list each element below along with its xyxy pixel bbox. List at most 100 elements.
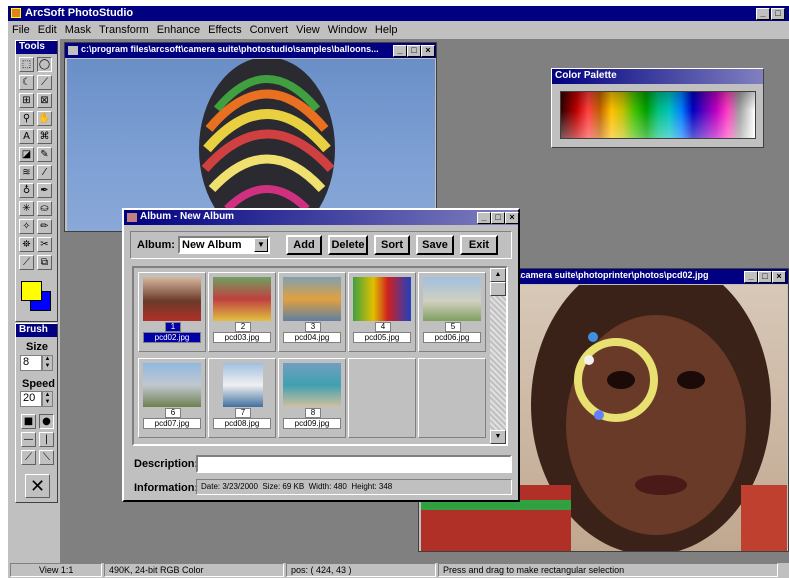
photo-window: c:\program files\arcsoft\camera suite\ph… (64, 42, 437, 232)
scroll-thumb[interactable] (490, 282, 506, 296)
zoom-icon[interactable]: ⚲ (19, 111, 34, 126)
photo-maximize-button[interactable]: □ (407, 45, 421, 57)
size-stepper[interactable]: ▲ ▼ (42, 355, 53, 371)
exit-button[interactable]: Exit (460, 235, 498, 255)
text-icon[interactable]: A (19, 129, 34, 144)
album-toolbar: Album: New Album ▼ Add Delete Sort Save … (130, 231, 512, 259)
eraser-icon[interactable]: ◪ (19, 147, 34, 162)
scroll-down-icon[interactable]: ▼ (490, 430, 506, 444)
brush-title: Brush (16, 324, 57, 337)
color-palette-window: Color Palette (551, 68, 764, 148)
menu-mask[interactable]: Mask (65, 24, 91, 36)
photo-title: c:\program files\arcsoft\camera suite\ph… (81, 44, 379, 54)
delete-button[interactable]: Delete (328, 235, 368, 255)
thumb-4[interactable]: 4 pcd05.jpg (348, 272, 416, 352)
line-icon[interactable]: ⟋ (19, 255, 34, 270)
menu-enhance[interactable]: Enhance (157, 24, 200, 36)
menu-edit[interactable]: Edit (38, 24, 57, 36)
menu-convert[interactable]: Convert (250, 24, 289, 36)
information-value: Date: 3/23/2000 Size: 69 KB Width: 480 H… (201, 482, 393, 491)
rect-select-icon[interactable]: ⬚ (19, 57, 34, 72)
menu-view[interactable]: View (296, 24, 320, 36)
fill-icon[interactable]: ♁ (19, 183, 34, 198)
clear-brush-icon[interactable]: ✕ (25, 474, 50, 498)
smudge-icon[interactable]: ≋ (19, 165, 34, 180)
crop-icon[interactable]: ⊞ (19, 93, 34, 108)
thumb-number: 8 (305, 408, 321, 418)
stamp-icon[interactable]: ⌘ (37, 129, 52, 144)
magic-lasso-icon[interactable]: ⟋ (37, 75, 52, 90)
album-close-button[interactable]: × (505, 212, 519, 224)
thumb-8[interactable]: 8 pcd09.jpg (278, 358, 346, 438)
diagonal-left-brush-icon[interactable]: ⟍ (39, 450, 54, 465)
sparkle-icon[interactable]: ✳ (19, 201, 34, 216)
square-brush-icon[interactable]: ■ (21, 414, 36, 429)
ellipse-select-icon[interactable]: ◯ (37, 57, 52, 72)
sort-button[interactable]: Sort (374, 235, 410, 255)
photo-icon (68, 46, 78, 55)
thumbnail-area: 1 pcd02.jpg 2 pcd03.jpg 3 pcd04.jpg 4 pc… (132, 266, 508, 446)
photo-close-button[interactable]: × (421, 45, 435, 57)
spray-icon[interactable]: ⛯ (19, 237, 34, 252)
vertical-brush-icon[interactable]: | (39, 432, 54, 447)
color-grid[interactable] (560, 91, 756, 139)
pen-icon[interactable]: ✒ (37, 183, 52, 198)
wand-icon[interactable]: ✧ (19, 219, 34, 234)
thumb-image (223, 363, 263, 407)
eyedropper-icon[interactable]: ✎ (37, 147, 52, 162)
lasso-icon[interactable]: ☾ (19, 75, 34, 90)
thumb-number: 5 (445, 322, 461, 332)
photo-minimize-button[interactable]: _ (393, 45, 407, 57)
foreground-color-swatch[interactable] (21, 281, 42, 301)
menu-effects[interactable]: Effects (208, 24, 241, 36)
diagonal-right-brush-icon[interactable]: ⟋ (21, 450, 36, 465)
photo-titlebar: c:\program files\arcsoft\camera suite\ph… (65, 43, 436, 58)
size-input[interactable]: 8 (20, 355, 42, 371)
move-icon[interactable]: ⊠ (37, 93, 52, 108)
information-label: Information: (134, 482, 199, 494)
thumb-6[interactable]: 6 pcd07.jpg (138, 358, 206, 438)
album-minimize-button[interactable]: _ (477, 212, 491, 224)
printer-close-button[interactable]: × (772, 271, 786, 283)
brush-panel: Brush Size 8 ▲ ▼ Speed 20 ▲ ▼ ■ ● — | ⟋ ⟍ … (15, 323, 58, 503)
speed-stepper[interactable]: ▲ ▼ (42, 391, 53, 407)
menu-file[interactable]: File (12, 24, 30, 36)
speed-input[interactable]: 20 (20, 391, 42, 407)
app-title: ArcSoft PhotoStudio (25, 7, 134, 19)
thumb-3[interactable]: 3 pcd04.jpg (278, 272, 346, 352)
thumb-7[interactable]: 7 pcd08.jpg (208, 358, 276, 438)
app-minimize-button[interactable]: _ (756, 8, 770, 20)
album-icon (127, 213, 137, 222)
bucket-icon[interactable]: ⛀ (37, 201, 52, 216)
printer-minimize-button[interactable]: _ (744, 271, 758, 283)
album-label: Album: (137, 239, 175, 251)
thumbnail-scrollbar[interactable]: ▲ ▼ (490, 268, 506, 444)
printer-maximize-button[interactable]: □ (758, 271, 772, 283)
shape-icon[interactable]: ⧉ (37, 255, 52, 270)
thumb-1[interactable]: 1 pcd02.jpg (138, 272, 206, 352)
round-brush-icon[interactable]: ● (39, 414, 54, 429)
thumb-number: 3 (305, 322, 321, 332)
description-input[interactable] (196, 455, 512, 473)
thumb-2[interactable]: 2 pcd03.jpg (208, 272, 276, 352)
menu-window[interactable]: Window (328, 24, 367, 36)
menu-transform[interactable]: Transform (99, 24, 149, 36)
add-button[interactable]: Add (286, 235, 322, 255)
brush-icon[interactable]: ⁄ (37, 165, 52, 180)
pencil-icon[interactable]: ✏ (37, 219, 52, 234)
thumb-5[interactable]: 5 pcd06.jpg (418, 272, 486, 352)
chevron-down-icon[interactable]: ▼ (254, 238, 268, 252)
scroll-up-icon[interactable]: ▲ (490, 268, 506, 282)
album-select[interactable]: New Album ▼ (178, 236, 270, 254)
thumb-image (213, 277, 271, 321)
balloon-image (67, 59, 435, 231)
status-info: 490K, 24-bit RGB Color (104, 563, 284, 577)
menu-help[interactable]: Help (375, 24, 398, 36)
hand-icon[interactable]: ✋ (37, 111, 52, 126)
album-maximize-button[interactable]: □ (491, 212, 505, 224)
thumb-image (423, 277, 481, 321)
horizontal-brush-icon[interactable]: — (21, 432, 36, 447)
scissors-icon[interactable]: ✂ (37, 237, 52, 252)
save-button[interactable]: Save (416, 235, 454, 255)
app-maximize-button[interactable]: □ (771, 8, 785, 20)
